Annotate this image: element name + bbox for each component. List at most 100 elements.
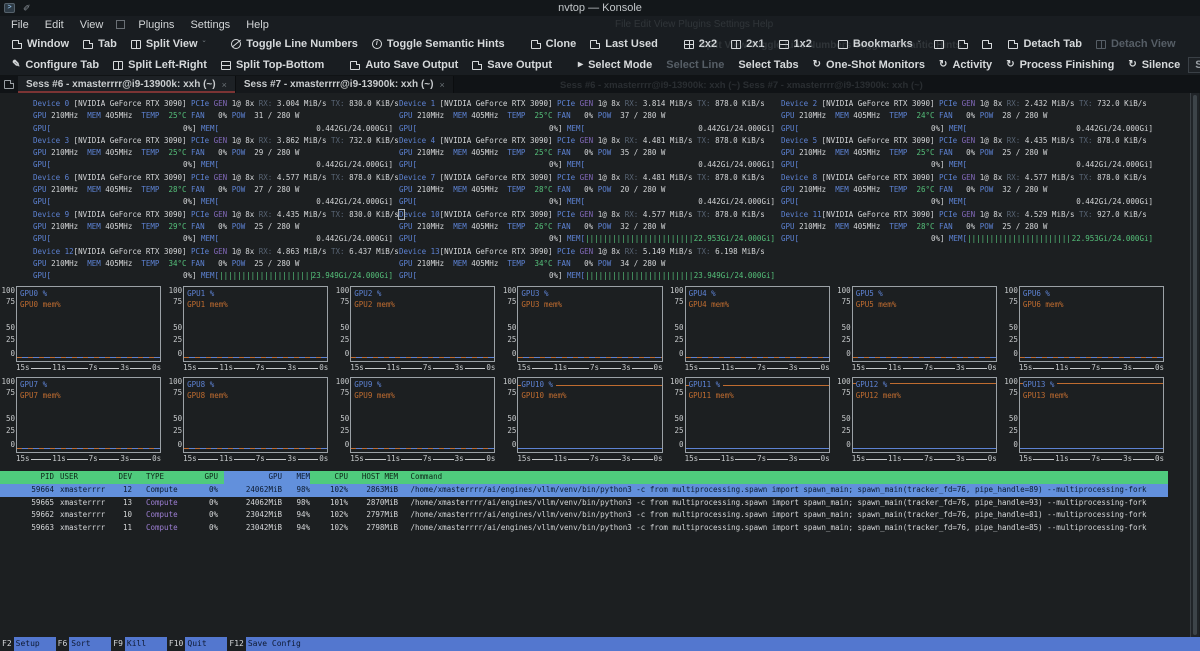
fkey-f9[interactable]: F9 xyxy=(111,637,125,651)
fkey-action-save-config[interactable]: Save Config xyxy=(246,637,1200,651)
menu-help[interactable]: Help xyxy=(239,18,276,32)
y-tick: 25 xyxy=(507,335,516,344)
monitor-refresh-icon: ↻ xyxy=(813,60,821,70)
equal-size-all-views-button[interactable]: Equal Size All Views xyxy=(1196,36,1200,52)
last-used-button[interactable]: Last Used xyxy=(584,36,664,52)
auto-save-output-button[interactable]: Auto Save Output xyxy=(344,57,464,73)
process-row-59663[interactable]: 59663xmasterrrr11Compute0%23042MiB94%102… xyxy=(0,522,1168,535)
new-tab-button[interactable] xyxy=(0,76,18,93)
x-tick: 7s xyxy=(590,453,599,465)
detach-tab-button[interactable]: Detach Tab xyxy=(1002,36,1087,52)
menu-edit[interactable]: Edit xyxy=(38,18,71,32)
configure-tab-button[interactable]: ✎Configure Tab xyxy=(6,57,105,73)
add-bookmark-button[interactable] xyxy=(928,38,950,51)
toggle-semantic-hints-button[interactable]: iToggle Semantic Hints xyxy=(366,36,511,52)
temp-value: 28°C xyxy=(534,185,557,194)
fkey-f12[interactable]: F12 xyxy=(227,637,245,651)
scrollbar[interactable] xyxy=(1190,93,1199,637)
header-pid[interactable]: PID xyxy=(0,471,54,484)
split-left-right-button[interactable]: Split Left-Right xyxy=(107,57,213,73)
fkey-f10[interactable]: F10 xyxy=(167,637,185,651)
one-shot-monitors-button[interactable]: ↻One-Shot Monitors xyxy=(807,57,931,73)
fkey-f6[interactable]: F6 xyxy=(56,637,70,651)
header-gpu-mem-sorted[interactable]: GPUMEM xyxy=(224,471,310,484)
tab-session-1[interactable]: Sess #7 - xmasterrrr@i9-13900k: xxh (~)× xyxy=(236,76,454,93)
terminal-viewport[interactable]: Device 0 [NVIDIA GeForce RTX 3090] PCIe … xyxy=(0,93,1200,637)
window-button[interactable]: Window xyxy=(6,36,75,52)
graph-plot-area: GPU1 %GPU1 mem% xyxy=(183,286,328,362)
fkey-action-sort[interactable]: Sort xyxy=(69,637,111,651)
fkey-f2[interactable]: F2 xyxy=(0,637,14,651)
mem-bar-label: MEM[ xyxy=(201,159,219,171)
clone-button[interactable]: Clone xyxy=(525,36,583,52)
tab-close-icon[interactable]: × xyxy=(439,80,444,90)
scrollbar-thumb[interactable] xyxy=(1193,95,1197,635)
layout-2x2-button[interactable]: 2x2 xyxy=(678,36,723,52)
device-usage-bars: GPU[0%] MEM[0.442Gi/24.000Gi] xyxy=(399,196,775,208)
layout-1x2-button[interactable]: 1x2 xyxy=(773,36,818,52)
split-view-button[interactable]: Split Viewˇ xyxy=(125,36,211,52)
split-top-bottom-button[interactable]: Split Top-Bottom xyxy=(215,57,330,73)
x-axis-line xyxy=(1101,368,1122,369)
fkey-action-quit[interactable]: Quit xyxy=(185,637,227,651)
process-row-59665[interactable]: 59665xmasterrrr13Compute0%24062MiB98%101… xyxy=(0,497,1168,510)
x-axis-line xyxy=(234,368,255,369)
pow-label: POW xyxy=(598,111,621,120)
x-tick: 15s xyxy=(852,453,866,465)
mem-bar-value: 23.949Gi/24.000Gi] xyxy=(694,270,775,282)
device-block-1: Device 1 [NVIDIA GeForce RTX 3090] PCIe … xyxy=(399,98,775,135)
gpu-bar-value: 0%] xyxy=(931,123,949,135)
layout-2x1-button[interactable]: 2x1 xyxy=(725,36,770,52)
select-line-button[interactable]: Select Line xyxy=(660,57,730,73)
toggle-line-numbers-button[interactable]: Toggle Line Numbers xyxy=(225,36,364,52)
y-tick: 0 xyxy=(1013,349,1018,358)
tx-value: 6.198 MiB/s xyxy=(715,247,765,256)
bookmark-folder-add-button[interactable] xyxy=(976,38,998,51)
header-user[interactable]: USER xyxy=(60,471,112,484)
header-gpu[interactable]: GPU xyxy=(192,471,218,484)
select-tabs-button[interactable]: Select Tabs xyxy=(732,57,804,73)
y-tick: 50 xyxy=(173,323,182,332)
send-signal-dropdown[interactable]: Send Signalˇ xyxy=(1188,57,1200,73)
header-command[interactable]: Command xyxy=(406,471,1168,484)
x-axis-line xyxy=(632,459,653,460)
bookmark-folder-button[interactable] xyxy=(952,38,974,51)
tab-session-0[interactable]: Sess #6 - xmasterrrr@i9-13900k: xxh (~)× xyxy=(18,76,236,93)
fkey-action-setup[interactable]: Setup xyxy=(14,637,56,651)
header-type[interactable]: TYPE xyxy=(146,471,192,484)
menu-settings[interactable]: Settings xyxy=(183,18,237,32)
menu-bookmarks-icon[interactable] xyxy=(116,20,125,29)
tab-button[interactable]: Tab xyxy=(77,36,123,52)
menu-view[interactable]: View xyxy=(73,18,111,32)
header-cpu[interactable]: CPU xyxy=(310,471,348,484)
header-dev[interactable]: DEV xyxy=(112,471,132,484)
mem-bar-fill: |||||||||||||||||||||||||||||||||||||||| xyxy=(585,233,694,245)
y-axis-labels: 1007550250 xyxy=(335,286,350,362)
grid-2x1-icon xyxy=(731,40,741,49)
tx-label: TX: xyxy=(331,210,349,219)
mem-bar-fill xyxy=(219,233,316,245)
bookmarks-button[interactable]: Bookmarksˇ xyxy=(832,36,927,52)
save-output-button[interactable]: Save Output xyxy=(466,57,558,73)
monitor-process-finishing-button[interactable]: ↻Process Finishing xyxy=(1000,57,1120,73)
temp-value: 26°C xyxy=(534,222,557,231)
menu-plugins[interactable]: Plugins xyxy=(131,18,181,32)
gpu-label: GPU xyxy=(399,148,417,157)
detach-view-button[interactable]: Detach View xyxy=(1090,36,1182,52)
rx-value: 4.577 MiB/s xyxy=(277,173,331,182)
menu-file[interactable]: File xyxy=(4,18,36,32)
tab-close-icon[interactable]: × xyxy=(222,80,227,90)
select-mode-button[interactable]: ▸Select Mode xyxy=(572,57,658,73)
y-tick: 75 xyxy=(507,388,516,397)
monitor-silence-button[interactable]: ↻Silence xyxy=(1122,57,1186,73)
process-row-59662[interactable]: 59662xmasterrrr10Compute0%23042MiB94%102… xyxy=(0,509,1168,522)
fkey-action-kill[interactable]: Kill xyxy=(125,637,167,651)
gpu-graph-4: 1007550250GPU4 %GPU4 mem%15s11s7s3s0s xyxy=(670,286,830,374)
graph-gpu-legend: GPU6 % xyxy=(1023,288,1053,299)
y-tick: 50 xyxy=(173,414,182,423)
process-table-header[interactable]: PID USERDEV TYPEGPU GPUMEMCPUHOST MEM Comma… xyxy=(0,471,1168,484)
monitor-activity-button[interactable]: ↻Activity xyxy=(933,57,998,73)
header-host-mem[interactable]: HOST MEM xyxy=(348,471,398,484)
process-row-59664[interactable]: 59664xmasterrrr12Compute0%24062MiB98%102… xyxy=(0,484,1168,497)
rx-value: 3.814 MiB/s xyxy=(643,99,697,108)
